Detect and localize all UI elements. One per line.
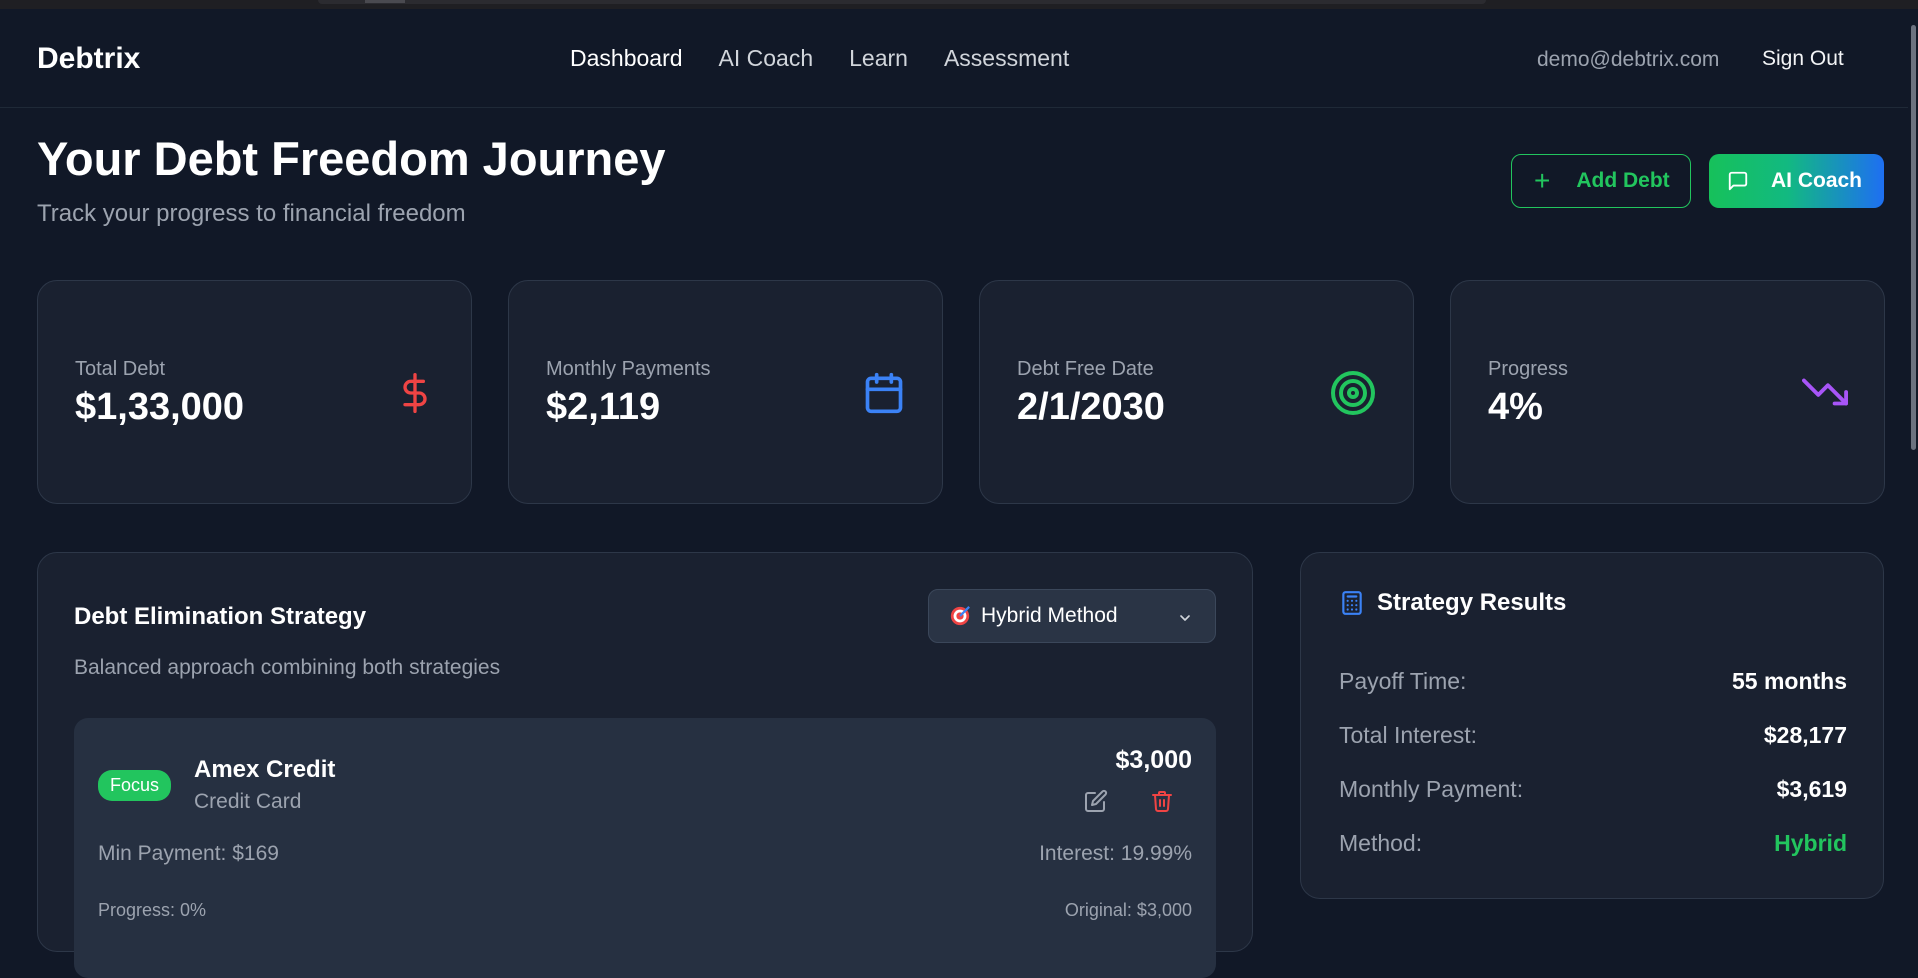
debt-name: Amex Credit [194, 756, 336, 783]
trash-icon[interactable] [1150, 789, 1174, 818]
strategy-method-select[interactable]: Hybrid Method [928, 589, 1216, 643]
debt-amount: $3,000 [1115, 746, 1192, 774]
page-title: Your Debt Freedom Journey [37, 132, 666, 185]
user-email: demo@debtrix.com [1537, 48, 1720, 71]
ai-coach-button[interactable]: AI Coach [1709, 154, 1884, 208]
debt-progress: Progress: 0% [98, 900, 207, 920]
stat-card-progress: Progress 4% [1450, 280, 1885, 504]
page-subtitle: Track your progress to financial freedom [37, 200, 466, 227]
stat-label: Progress [1488, 358, 1569, 380]
result-row-monthly-payment: Monthly Payment: $3,619 [1339, 776, 1847, 806]
stat-label: Monthly Payments [546, 358, 711, 380]
stat-value: $1,33,000 [75, 386, 245, 428]
strategy-description: Balanced approach combining both strateg… [74, 656, 501, 679]
min-payment: Min Payment: $169 [98, 842, 279, 865]
add-debt-button[interactable]: + Add Debt [1511, 154, 1691, 208]
result-label: Monthly Payment: [1339, 776, 1524, 802]
scrollbar-thumb[interactable] [1911, 25, 1916, 450]
brand-logo[interactable]: Debtrix [37, 42, 140, 76]
result-row-payoff-time: Payoff Time: 55 months [1339, 668, 1847, 698]
message-square-icon [1728, 171, 1748, 191]
result-value: 55 months [1731, 668, 1847, 694]
dollar-icon [395, 369, 435, 422]
debt-strategy-panel: Debt Elimination Strategy Balanced appro… [37, 552, 1253, 978]
focus-badge: Focus [98, 770, 172, 801]
results-title: Strategy Results [1377, 589, 1567, 616]
edit-icon[interactable] [1084, 789, 1108, 818]
stat-value: 4% [1488, 386, 1543, 428]
stat-label: Total Debt [75, 358, 166, 380]
result-value: $28,177 [1763, 722, 1847, 748]
result-label: Method: [1339, 830, 1423, 856]
debt-type: Credit Card [194, 790, 302, 813]
result-label: Total Interest: [1339, 722, 1478, 748]
stat-label: Debt Free Date [1017, 358, 1154, 380]
strategy-results-panel: Strategy Results Payoff Time: 55 months … [1300, 552, 1884, 899]
browser-top-strip [0, 0, 1918, 9]
chevron-down-icon [1180, 615, 1190, 621]
browser-tab-bar [318, 0, 1486, 4]
debt-item-card: Focus Amex Credit Credit Card $3,000 Min… [74, 718, 1216, 978]
ai-coach-label: AI Coach [1771, 169, 1863, 192]
result-row-method: Method: Hybrid [1339, 830, 1847, 860]
nav-link-assessment[interactable]: Assessment [944, 45, 1069, 72]
stat-value: 2/1/2030 [1017, 386, 1165, 428]
add-debt-label: Add Debt [1576, 169, 1670, 192]
calculator-icon [1342, 591, 1362, 615]
nav-links: Dashboard AI Coach Learn Assessment [570, 45, 1069, 72]
result-row-total-interest: Total Interest: $28,177 [1339, 722, 1847, 752]
target-icon [1329, 369, 1377, 422]
plus-icon: + [1534, 165, 1551, 196]
nav-link-learn[interactable]: Learn [849, 45, 908, 72]
dart-target-icon [950, 606, 970, 626]
nav-link-ai-coach[interactable]: AI Coach [719, 45, 814, 72]
calendar-icon [862, 369, 906, 422]
selected-method: Hybrid Method [981, 604, 1118, 627]
trending-down-icon [1802, 369, 1848, 420]
nav-link-dashboard[interactable]: Dashboard [570, 45, 683, 72]
stat-card-monthly-payments: Monthly Payments $2,119 [508, 280, 943, 504]
stat-value: $2,119 [546, 386, 661, 428]
original-amount: Original: $3,000 [1064, 900, 1192, 920]
result-label: Payoff Time: [1339, 668, 1467, 694]
stat-card-debt-free-date: Debt Free Date 2/1/2030 [979, 280, 1414, 504]
sign-out-button[interactable]: Sign Out [1762, 47, 1844, 71]
browser-tab-indicator [365, 0, 405, 3]
strategy-title: Debt Elimination Strategy [74, 603, 367, 630]
result-value: $3,619 [1776, 776, 1847, 802]
stat-card-total-debt: Total Debt $1,33,000 [37, 280, 472, 504]
top-navbar: Debtrix Dashboard AI Coach Learn Assessm… [0, 9, 1918, 108]
results-header: Strategy Results [1339, 589, 1566, 617]
interest-rate: Interest: 19.99% [1039, 842, 1192, 865]
result-value-method: Hybrid [1774, 830, 1847, 856]
